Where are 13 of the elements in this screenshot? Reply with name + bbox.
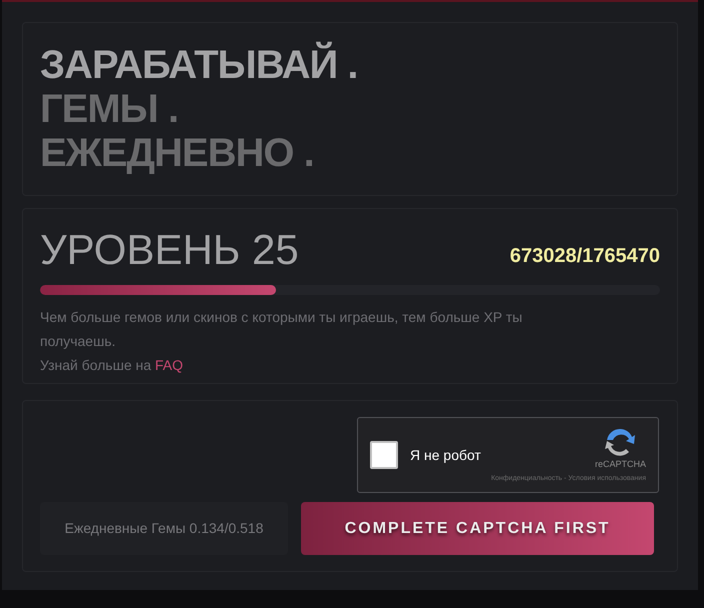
headline-text: ЗАРАБАТЫВАЙ .: [40, 43, 358, 87]
more-text: Узнай больше на: [40, 357, 152, 373]
description-text: Чем больше гемов или скинов с которыми ты играешь, тем больше XP ты получаешь.: [40, 308, 524, 351]
xp-counter: 673028/1765470: [510, 244, 660, 269]
captcha-checkbox[interactable]: [370, 441, 398, 469]
recaptcha-logo-icon: [604, 426, 636, 458]
captcha-label: Я не робот: [410, 446, 481, 465]
level-title: УРОВЕНЬ 25: [40, 227, 299, 273]
faq-link[interactable]: FAQ: [155, 357, 184, 373]
daily-gems-counter: Ежедневные Гемы 0.134/0.518: [40, 502, 288, 555]
headline-text: ГЕМЫ .: [40, 87, 180, 131]
recaptcha-brand: reCAPTCHA: [594, 458, 646, 471]
headline-text: ЕЖЕДНЕВНО .: [40, 131, 315, 175]
